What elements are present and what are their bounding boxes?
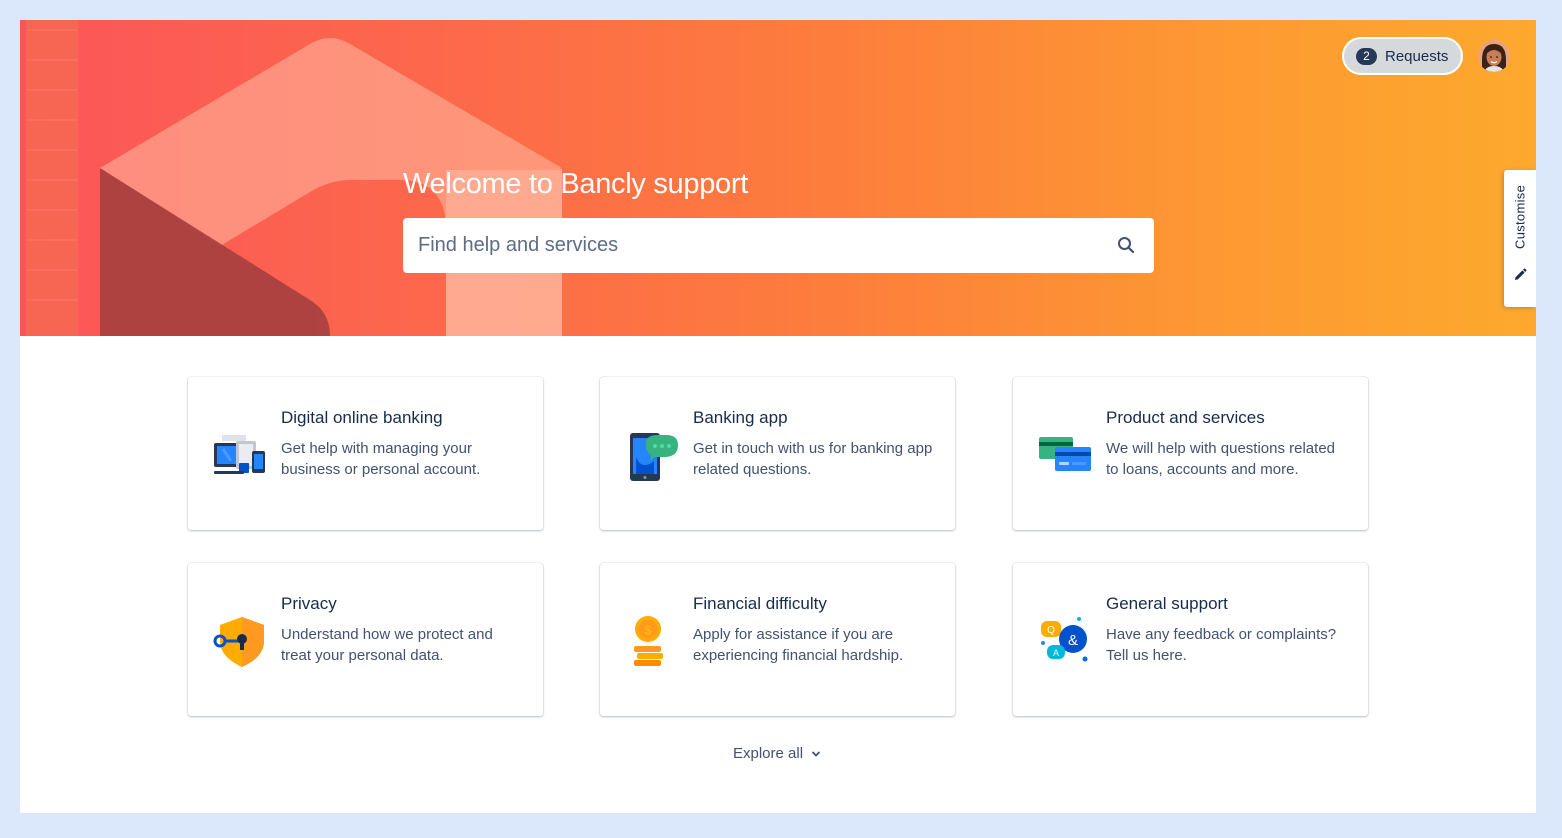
svg-text:A: A xyxy=(1053,648,1059,658)
requests-button[interactable]: 2 Requests xyxy=(1342,37,1463,75)
card-financial-difficulty[interactable]: $ Financial difficulty Apply for assista… xyxy=(600,563,955,716)
customise-label: Customise xyxy=(1512,184,1528,250)
search-bar[interactable] xyxy=(403,218,1154,273)
card-title: Product and services xyxy=(1106,408,1265,427)
explore-all-button[interactable]: Explore all xyxy=(733,745,821,762)
shield-key-icon xyxy=(213,617,264,667)
card-digital-online-banking[interactable]: Digital online banking Get help with man… xyxy=(188,377,543,530)
card-description: Get help with managing your business or … xyxy=(281,440,481,478)
devices-icon xyxy=(214,435,265,474)
card-title: General support xyxy=(1106,594,1228,613)
card-title: Banking app xyxy=(693,408,788,427)
chevron-down-icon xyxy=(812,751,820,756)
card-description: We will help with questions related to l… xyxy=(1106,440,1336,478)
card-title: Financial difficulty xyxy=(693,594,827,613)
search-icon[interactable] xyxy=(1116,235,1136,255)
requests-label: Requests xyxy=(1385,47,1449,65)
svg-text:$: $ xyxy=(645,623,652,637)
hero-banner: Welcome to Bancly support 2 Requests xyxy=(20,20,1536,336)
card-product-and-services[interactable]: Product and services We will help with q… xyxy=(1013,377,1368,530)
help-center-page: Welcome to Bancly support 2 Requests xyxy=(20,20,1536,813)
card-privacy[interactable]: Privacy Understand how we protect and tr… xyxy=(188,563,543,716)
card-banking-app[interactable]: Banking app Get in touch with us for ban… xyxy=(600,377,955,530)
card-description: Have any feedback or complaints? Tell us… xyxy=(1106,626,1337,664)
svg-text:&: & xyxy=(1068,632,1078,649)
requests-count-badge: 2 xyxy=(1356,47,1377,65)
card-description: Apply for assistance if you are experien… xyxy=(693,626,904,664)
customise-tab[interactable]: Customise xyxy=(1504,170,1536,307)
credit-cards-icon xyxy=(1039,437,1091,471)
avatar[interactable] xyxy=(1478,40,1510,72)
phone-chat-icon xyxy=(630,433,678,481)
card-title: Privacy xyxy=(281,594,337,613)
category-grid: Digital online banking Get help with man… xyxy=(188,377,1368,716)
pencil-icon xyxy=(1515,268,1527,280)
card-title: Digital online banking xyxy=(281,408,443,427)
user-avatar-icon xyxy=(1478,40,1510,72)
search-input[interactable] xyxy=(403,218,1083,273)
speech-bubbles-icon: Q & A xyxy=(1041,617,1088,662)
hero-decoration xyxy=(26,20,562,336)
coins-icon: $ xyxy=(634,616,663,666)
card-description: Understand how we protect and treat your… xyxy=(281,626,493,664)
explore-all-label: Explore all xyxy=(733,745,804,762)
card-description: Get in touch with us for banking app rel… xyxy=(693,440,933,478)
card-general-support[interactable]: Q & A General support Have any feedback … xyxy=(1013,563,1368,716)
hero-title: Welcome to Bancly support xyxy=(403,168,748,200)
svg-text:Q: Q xyxy=(1047,625,1055,636)
